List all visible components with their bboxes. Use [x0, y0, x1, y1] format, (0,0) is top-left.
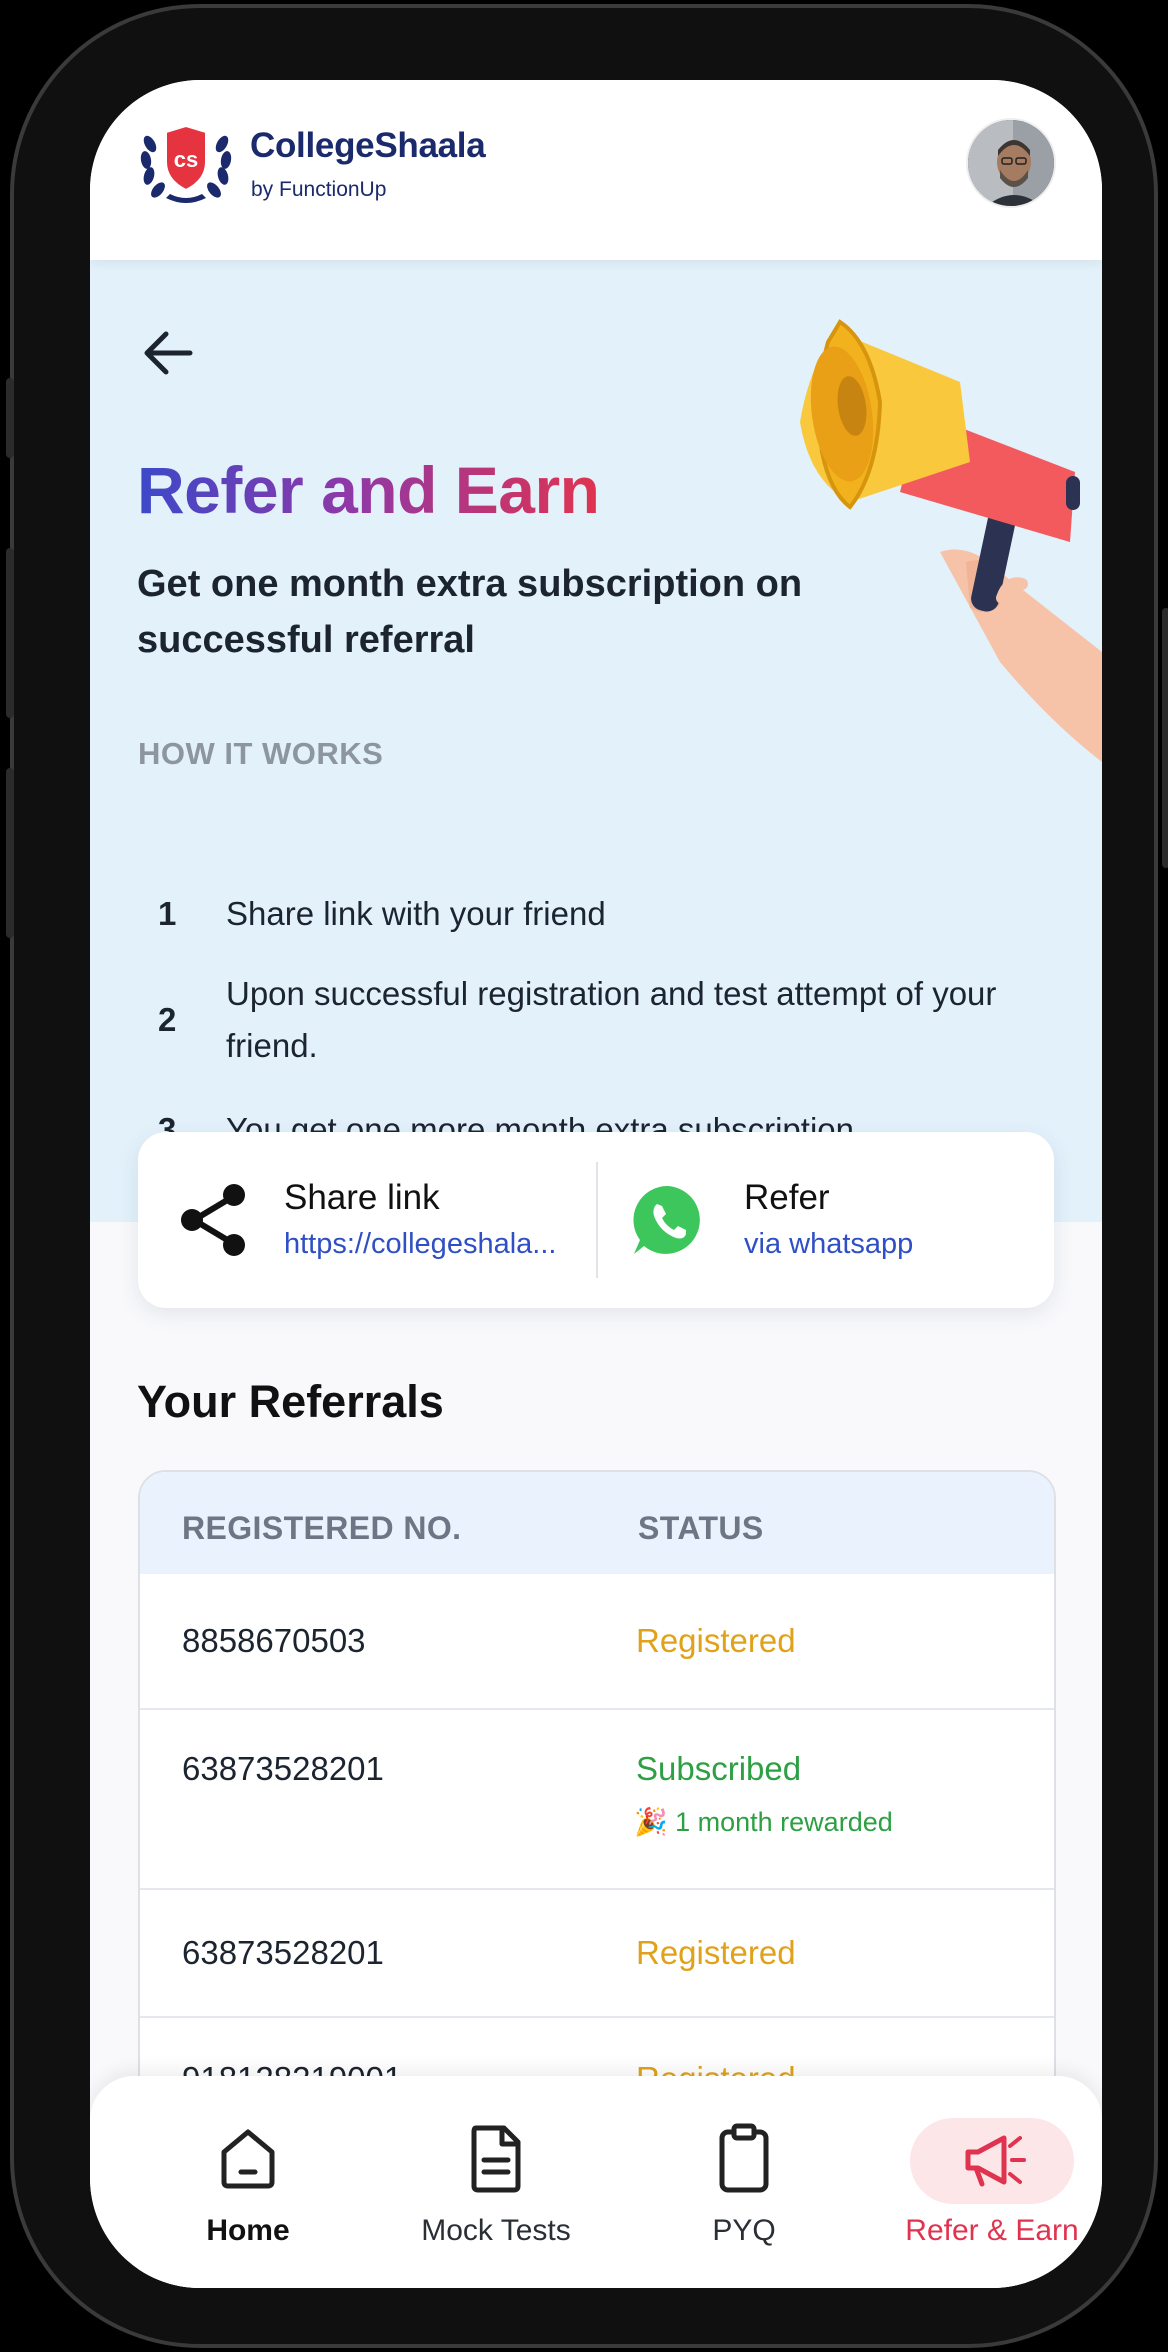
reward-note: 🎉 1 month rewarded — [634, 1807, 893, 1837]
step-number: 1 — [158, 895, 177, 932]
column-header-status: STATUS — [638, 1510, 764, 1546]
status-badge: Subscribed — [636, 1750, 802, 1787]
phone-frame: cs CollegeShaala by FunctionUp Refer and… — [6, 4, 1168, 2348]
megaphone-icon — [965, 2135, 1026, 2187]
refer-hero-section: Refer and Earn Get one month extra subsc… — [90, 260, 1102, 1222]
app-header: cs CollegeShaala by FunctionUp — [90, 80, 1102, 260]
page-title: Refer and Earn — [137, 453, 600, 527]
nav-label-mock-tests: Mock Tests — [421, 2214, 571, 2247]
status-badge: Registered — [636, 1622, 796, 1659]
registered-number: 63873528201 — [182, 1750, 384, 1787]
share-link-url: https://collegeshala... — [284, 1228, 557, 1260]
clipboard-icon — [719, 2123, 769, 2193]
table-header: REGISTERED NO. STATUS — [140, 1472, 1054, 1574]
share-link-button[interactable]: Share link https://collegeshala... — [138, 1132, 596, 1308]
registered-number: 63873528201 — [182, 1934, 384, 1971]
brand-tagline: by FunctionUp — [251, 178, 387, 201]
bottom-navigation: Home Mock Tests PYQ Refer & Earn — [90, 2076, 1102, 2288]
phone-side-button — [6, 378, 14, 458]
phone-power-button — [1162, 608, 1168, 868]
user-avatar[interactable] — [966, 118, 1056, 208]
home-icon — [221, 2129, 275, 2189]
document-icon — [471, 2125, 521, 2193]
refer-whatsapp-button[interactable]: Refer via whatsapp — [598, 1132, 1054, 1308]
how-it-works-label: HOW IT WORKS — [138, 736, 384, 771]
column-header-registered-no: REGISTERED NO. — [182, 1510, 462, 1546]
page-subtitle: Get one month extra subscription on succ… — [137, 563, 803, 661]
nav-item-mock-tests[interactable]: Mock Tests — [386, 2076, 606, 2288]
nav-item-pyq[interactable]: PYQ — [634, 2076, 854, 2288]
back-arrow-icon[interactable] — [138, 322, 200, 384]
share-icon — [181, 1184, 245, 1256]
share-link-title: Share link — [284, 1178, 440, 1217]
share-options-card: Share link https://collegeshala... Refer… — [138, 1132, 1054, 1308]
nav-label-pyq: PYQ — [712, 2214, 776, 2247]
status-badge: Registered — [636, 1934, 796, 1971]
whatsapp-icon — [633, 1185, 700, 1254]
collegeshaala-logo: cs — [140, 124, 232, 203]
avatar-photo — [968, 120, 1054, 206]
refer-subtitle: via whatsapp — [744, 1228, 914, 1260]
table-row: 63873528201 Registered — [140, 1888, 1054, 2016]
phone-volume-down-button — [6, 768, 14, 938]
table-row: 8858670503 Registered — [140, 1574, 1054, 1708]
refer-title: Refer — [744, 1178, 830, 1217]
nav-item-refer-earn[interactable]: Refer & Earn — [882, 2076, 1102, 2288]
megaphone-illustration — [800, 319, 1102, 762]
registered-number: 8858670503 — [182, 1622, 366, 1659]
nav-label-refer-earn: Refer & Earn — [905, 2214, 1079, 2247]
nav-item-home[interactable]: Home — [138, 2076, 358, 2288]
app-screen: cs CollegeShaala by FunctionUp Refer and… — [90, 80, 1102, 2288]
nav-label-home: Home — [206, 2214, 290, 2247]
brand-name: CollegeShaala — [250, 126, 486, 165]
step-number: 2 — [158, 1001, 177, 1038]
phone-volume-up-button — [6, 548, 14, 718]
svg-text:cs: cs — [174, 147, 198, 172]
step-text: Upon successful registration and test at… — [226, 975, 997, 1064]
step-text: Share link with your friend — [226, 895, 606, 932]
referrals-heading: Your Referrals — [137, 1376, 444, 1427]
table-row: 63873528201 Subscribed 🎉 1 month rewarde… — [140, 1708, 1054, 1888]
